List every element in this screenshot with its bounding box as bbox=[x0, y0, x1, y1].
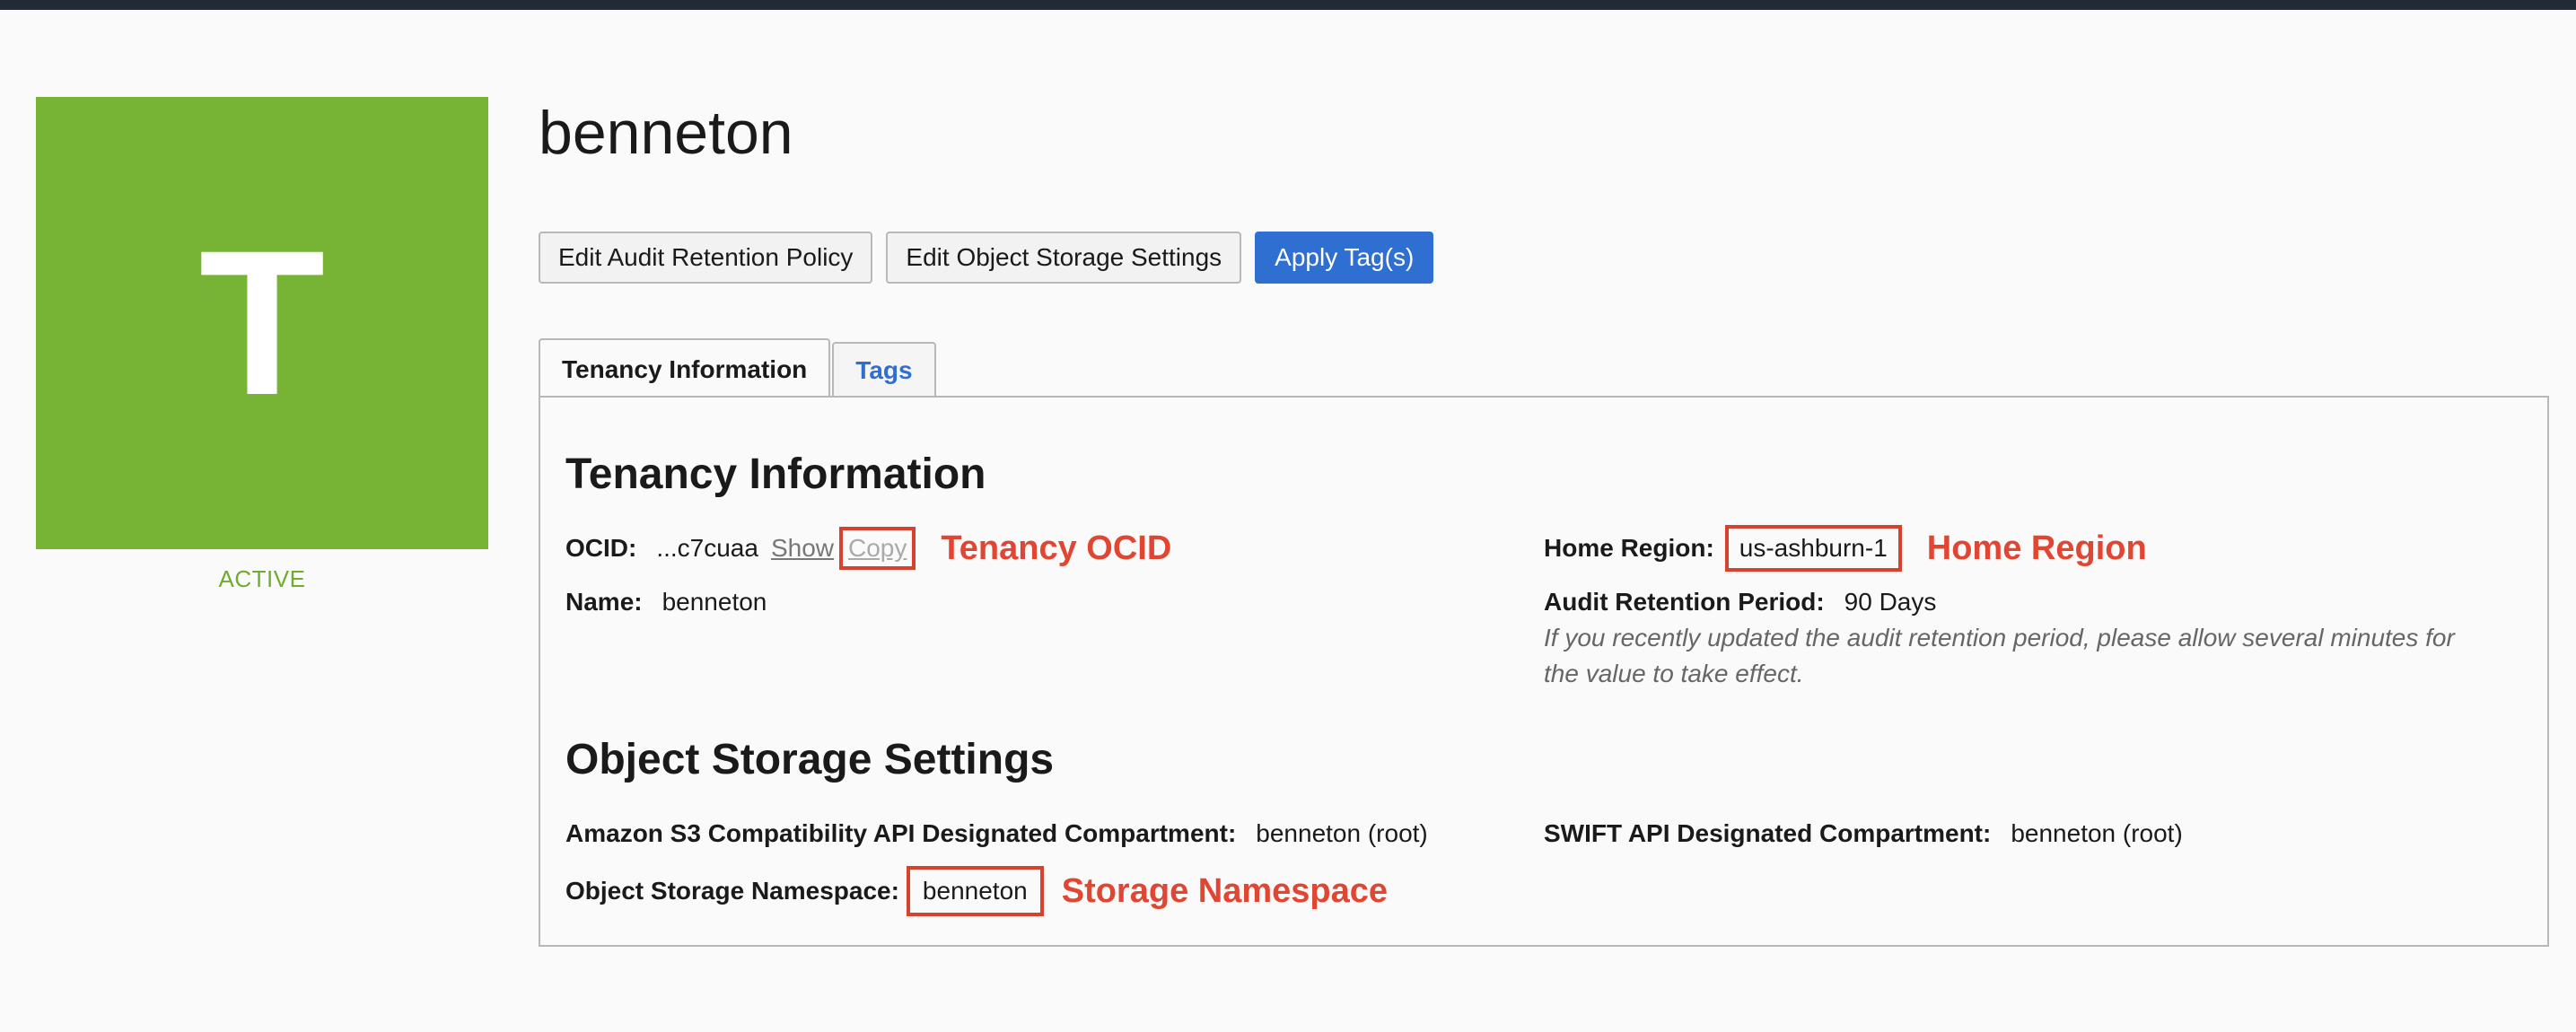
namespace-row: Object Storage Namespace: benneton Stora… bbox=[565, 864, 1388, 918]
s3-compartment-row: Amazon S3 Compatibility API Designated C… bbox=[565, 811, 1428, 856]
s3-compartment-value: benneton (root) bbox=[1256, 819, 1428, 847]
audit-retention-value: 90 Days bbox=[1844, 588, 1937, 616]
ocid-show-link[interactable]: Show bbox=[771, 534, 834, 563]
home-region-annotation: Home Region bbox=[1926, 529, 2147, 567]
tab-tags[interactable]: Tags bbox=[832, 342, 936, 398]
namespace-value: benneton bbox=[906, 866, 1044, 916]
avatar-initial: T bbox=[198, 207, 326, 438]
swift-compartment-row: SWIFT API Designated Compartment: bennet… bbox=[1544, 811, 2183, 856]
action-bar: Edit Audit Retention Policy Edit Object … bbox=[539, 232, 1434, 284]
namespace-annotation: Storage Namespace bbox=[1061, 871, 1389, 910]
audit-retention-label: Audit Retention Period: bbox=[1544, 588, 1825, 616]
home-region-label: Home Region: bbox=[1544, 534, 1714, 562]
swift-compartment-label: SWIFT API Designated Compartment: bbox=[1544, 819, 1992, 847]
s3-compartment-label: Amazon S3 Compatibility API Designated C… bbox=[565, 819, 1237, 847]
ocid-copy-link[interactable]: Copy bbox=[839, 527, 916, 570]
top-bar bbox=[0, 0, 2576, 10]
tab-tenancy-information[interactable]: Tenancy Information bbox=[539, 338, 831, 399]
tab-panel: Tenancy Information OCID: ...c7cuaa Show… bbox=[539, 396, 2549, 947]
status-label: ACTIVE bbox=[218, 565, 306, 592]
ocid-label: OCID: bbox=[565, 534, 637, 562]
namespace-label: Object Storage Namespace: bbox=[565, 877, 899, 905]
tenancy-info-heading: Tenancy Information bbox=[565, 450, 986, 498]
apply-tags-button[interactable]: Apply Tag(s) bbox=[1255, 232, 1434, 284]
object-storage-heading: Object Storage Settings bbox=[565, 736, 1055, 783]
tab-bar: Tenancy Information Tags bbox=[539, 338, 936, 399]
name-row: Name: benneton bbox=[565, 580, 767, 625]
edit-audit-retention-button[interactable]: Edit Audit Retention Policy bbox=[539, 232, 873, 284]
audit-note-line-2: the value to take effect. bbox=[1544, 660, 1804, 687]
ocid-annotation: Tenancy OCID bbox=[941, 529, 1172, 567]
home-region-value: us-ashburn-1 bbox=[1724, 525, 1902, 572]
edit-object-storage-button[interactable]: Edit Object Storage Settings bbox=[886, 232, 1242, 284]
tenancy-avatar: T bbox=[36, 97, 488, 549]
ocid-value: ...c7cuaa bbox=[656, 534, 758, 562]
audit-retention-row: Audit Retention Period: 90 Days bbox=[1544, 580, 1936, 625]
audit-retention-note: If you recently updated the audit retent… bbox=[1544, 620, 2531, 692]
audit-note-line-1: If you recently updated the audit retent… bbox=[1544, 624, 2455, 652]
ocid-row: OCID: ...c7cuaa Show Copy Tenancy OCID bbox=[565, 526, 1171, 571]
swift-compartment-value: benneton (root) bbox=[2011, 819, 2183, 847]
home-region-row: Home Region: us-ashburn-1 Home Region bbox=[1544, 525, 2147, 572]
page-title: benneton bbox=[539, 99, 793, 167]
name-label: Name: bbox=[565, 588, 643, 616]
name-value: benneton bbox=[662, 588, 767, 616]
